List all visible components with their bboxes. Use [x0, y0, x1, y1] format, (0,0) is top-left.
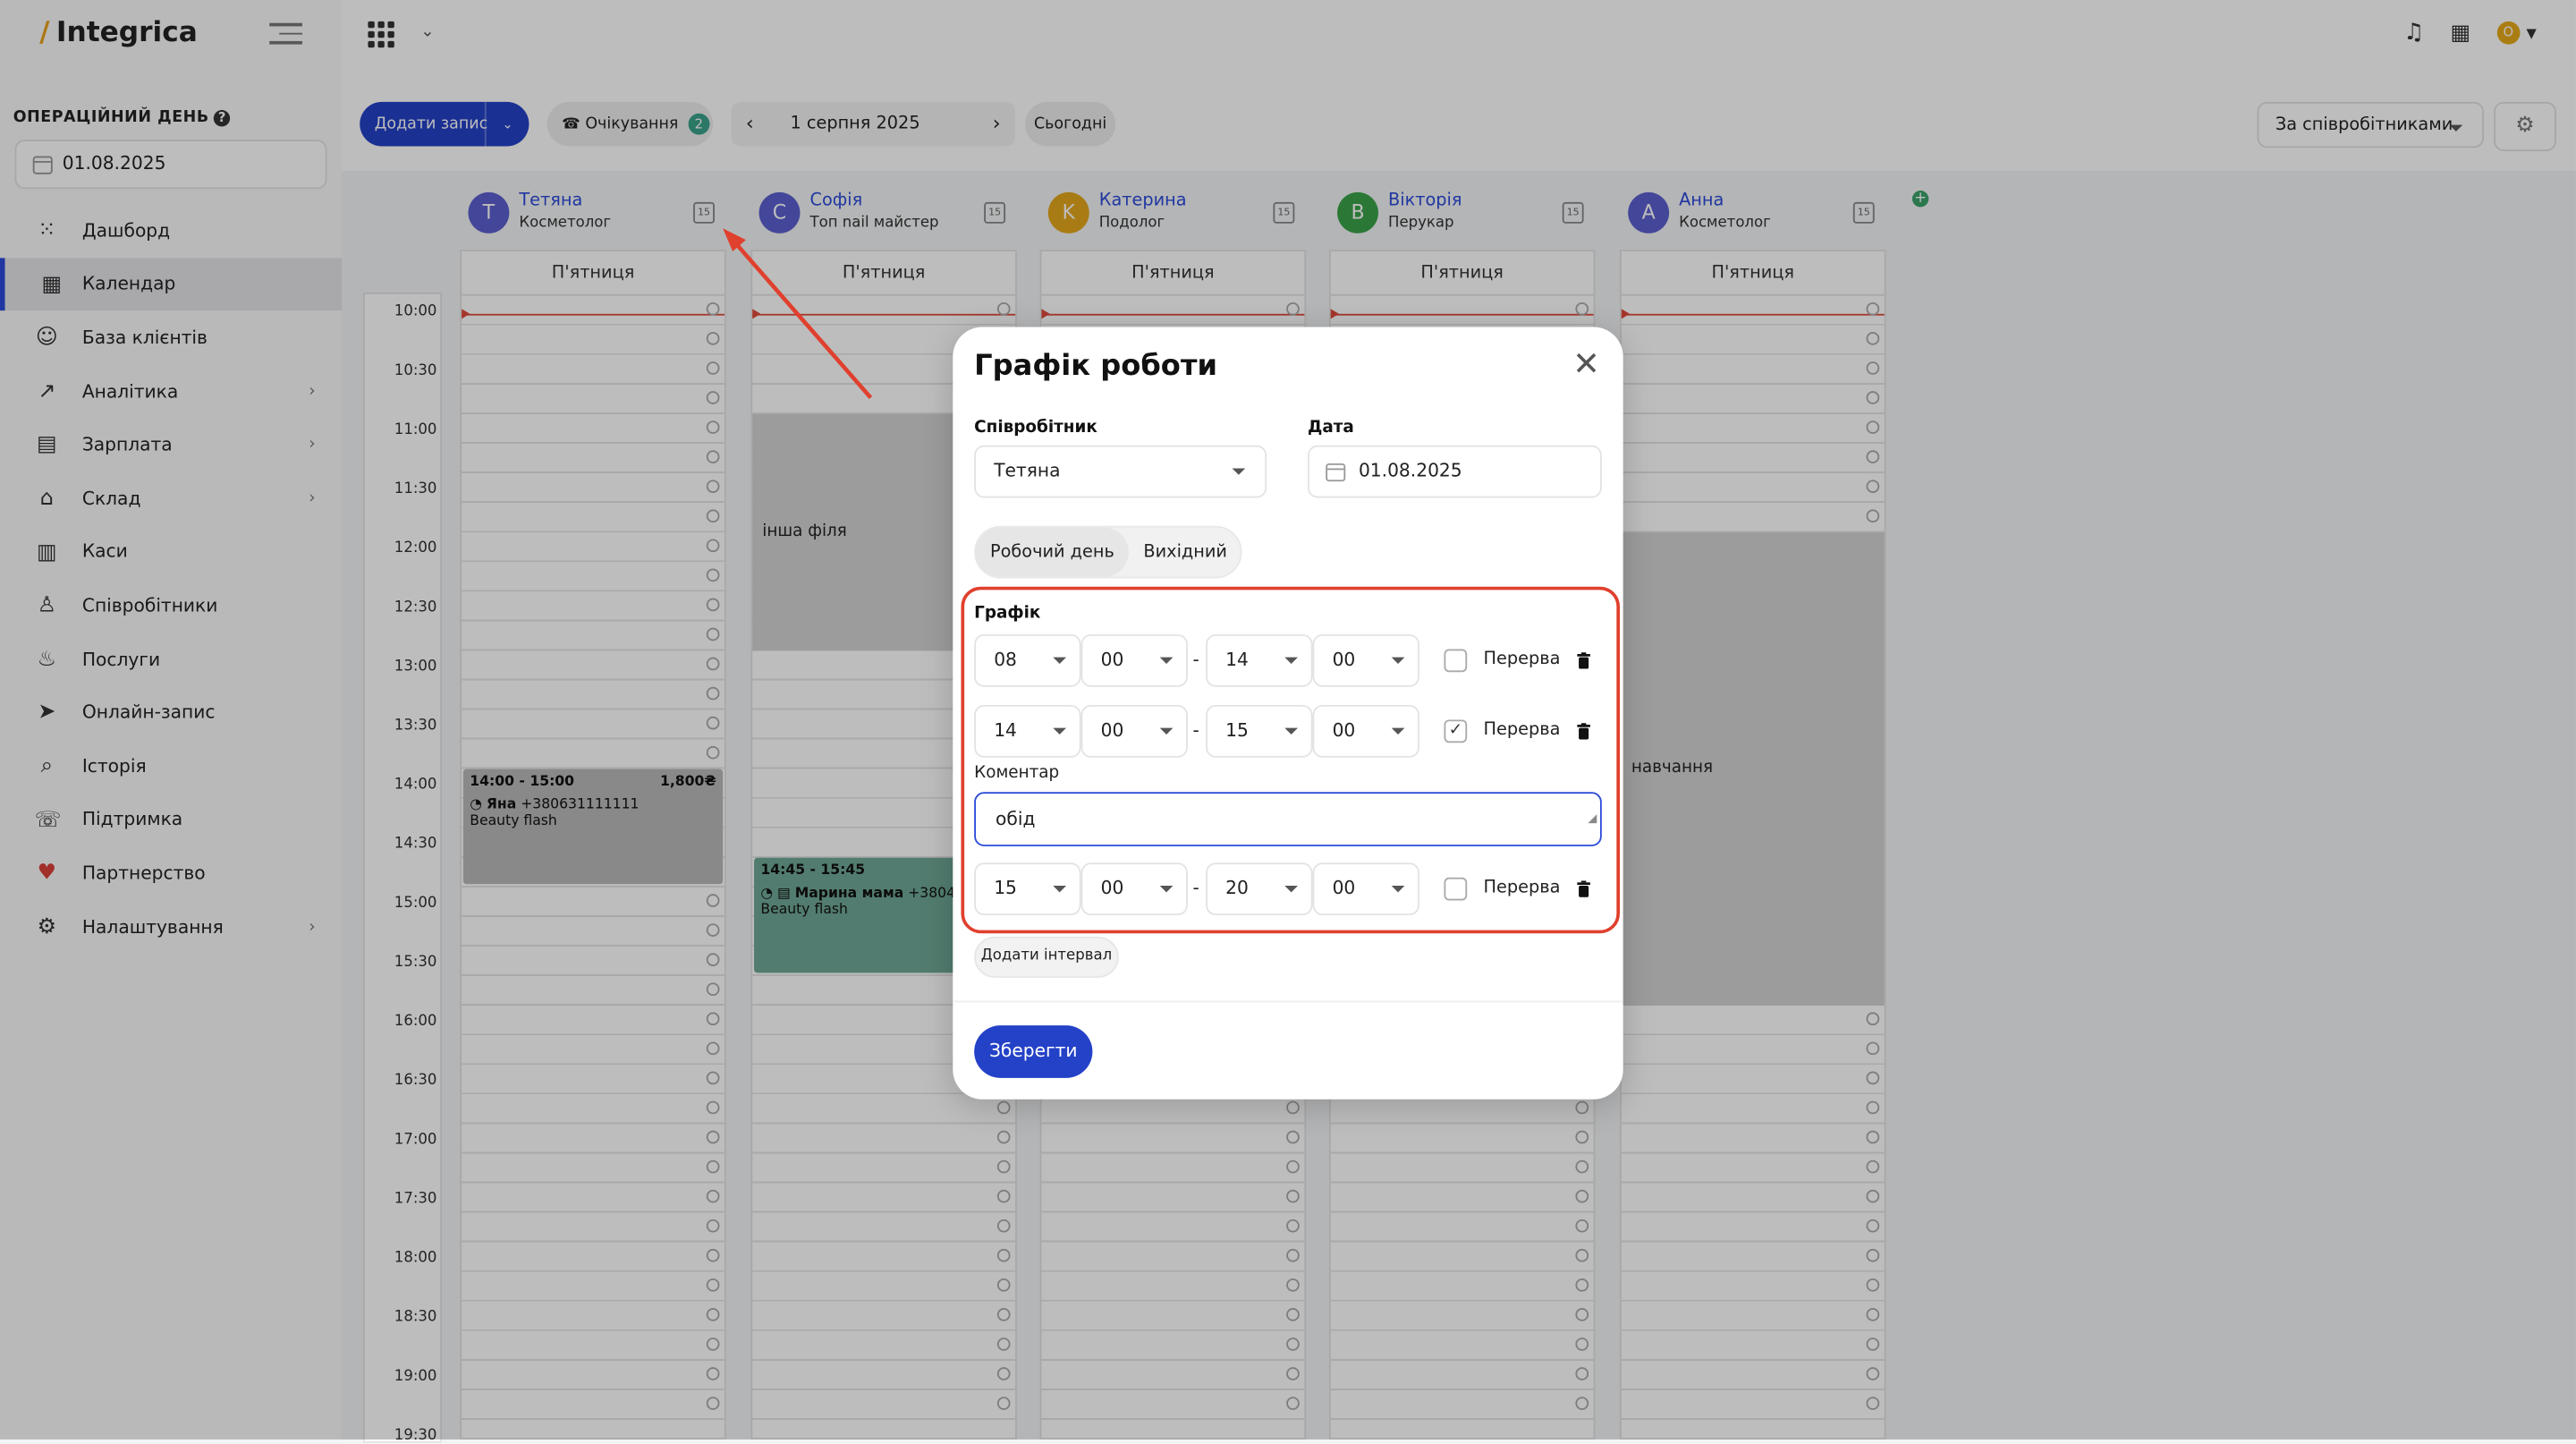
end-minute-select[interactable]: 00: [1312, 633, 1419, 687]
end-hour-select[interactable]: 20: [1206, 862, 1313, 916]
caret-down-icon: [1053, 657, 1067, 665]
break-checkbox[interactable]: ✓: [1444, 719, 1468, 743]
close-icon[interactable]: ✕: [1572, 347, 1600, 380]
caret-down-icon: [1391, 885, 1405, 893]
trash-icon[interactable]: [1577, 723, 1590, 740]
caret-down-icon: [1284, 727, 1298, 735]
range-dash: -: [1192, 719, 1199, 742]
end-minute-select[interactable]: 00: [1312, 704, 1419, 758]
break-label: Перерва: [1483, 877, 1561, 897]
start-hour-select[interactable]: 15: [974, 862, 1081, 916]
break-label: Перерва: [1483, 649, 1561, 669]
range-dash: -: [1192, 877, 1199, 899]
break-checkbox[interactable]: [1444, 649, 1468, 673]
save-button[interactable]: Зберегти: [974, 1025, 1093, 1078]
end-hour-select[interactable]: 15: [1206, 704, 1313, 758]
start-minute-select[interactable]: 00: [1080, 704, 1188, 758]
end-hour-select[interactable]: 14: [1206, 633, 1313, 687]
employee-label: Співробітник: [974, 419, 1097, 437]
caret-down-icon: [1391, 657, 1405, 665]
comment-textarea[interactable]: обід ◢: [974, 792, 1602, 846]
tab-day-off[interactable]: Вихідний: [1129, 528, 1242, 577]
caret-down-icon: [1159, 727, 1174, 735]
comment-label: Коментар: [974, 764, 1060, 783]
date-label: Дата: [1308, 419, 1354, 437]
trash-icon[interactable]: [1577, 880, 1590, 897]
add-interval-button[interactable]: Додати інтервал: [974, 936, 1119, 978]
schedule-label: Графік: [974, 604, 1041, 624]
start-minute-select[interactable]: 00: [1080, 633, 1188, 687]
day-type-toggle: Робочий день Вихідний: [974, 525, 1242, 579]
caret-down-icon: [1284, 885, 1298, 893]
caret-down-icon: [1232, 468, 1246, 475]
caret-down-icon: [1284, 657, 1298, 665]
start-hour-select[interactable]: 14: [974, 704, 1081, 758]
modal-title: Графік роботи: [974, 350, 1218, 383]
caret-down-icon: [1391, 727, 1405, 735]
break-checkbox[interactable]: [1444, 877, 1468, 901]
caret-down-icon: [1159, 657, 1174, 665]
resize-handle-icon[interactable]: ◢: [1588, 794, 1597, 845]
caret-down-icon: [1053, 885, 1067, 893]
trash-icon[interactable]: [1577, 652, 1590, 669]
start-hour-select[interactable]: 08: [974, 633, 1081, 687]
caret-down-icon: [1159, 885, 1174, 893]
tab-work-day[interactable]: Робочий день: [975, 527, 1129, 577]
date-field[interactable]: 01.08.2025: [1308, 445, 1602, 498]
work-schedule-modal: Графік роботи ✕ Співробітник Тетяна Дата…: [953, 327, 1623, 1100]
end-minute-select[interactable]: 00: [1312, 862, 1419, 916]
break-label: Перерва: [1483, 719, 1561, 740]
range-dash: -: [1192, 649, 1199, 671]
employee-select[interactable]: Тетяна: [974, 445, 1267, 498]
calendar-icon: [1326, 463, 1346, 482]
divider: [953, 1000, 1623, 1003]
start-minute-select[interactable]: 00: [1080, 862, 1188, 916]
caret-down-icon: [1053, 727, 1067, 735]
